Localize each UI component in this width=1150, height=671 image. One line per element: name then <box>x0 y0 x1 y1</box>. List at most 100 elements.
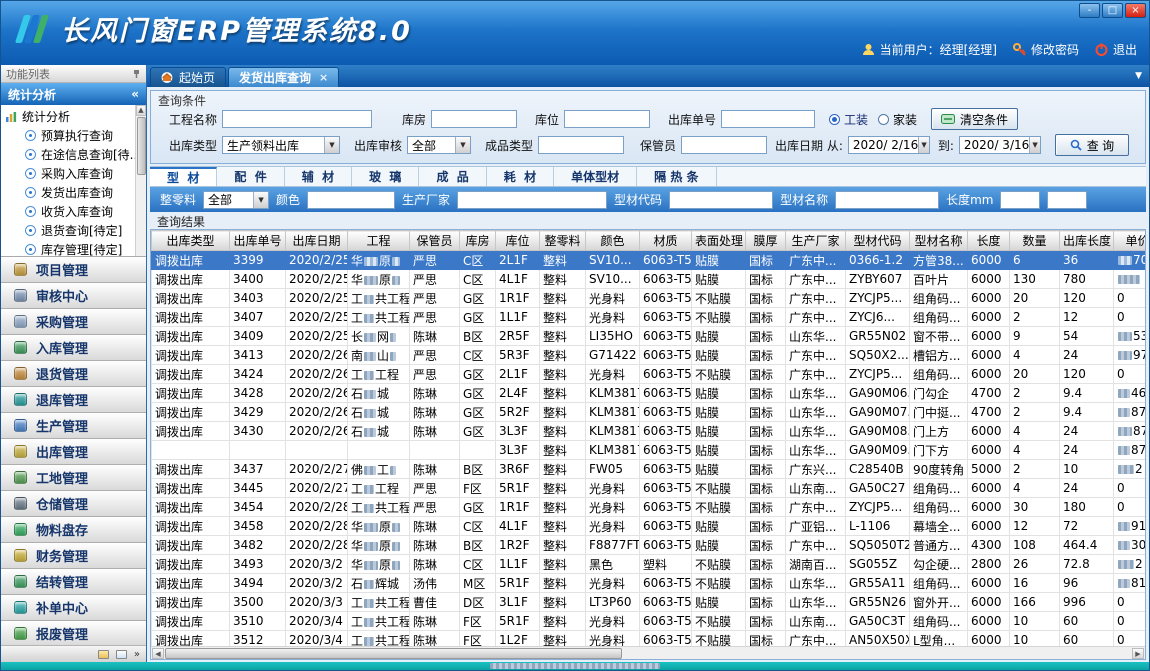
column-header[interactable]: 工程 <box>348 231 410 251</box>
column-header[interactable]: 保管员 <box>410 231 460 251</box>
material-tab[interactable]: 单体型材 <box>554 167 637 186</box>
product-type-input[interactable] <box>538 136 624 154</box>
tree-item[interactable]: 在途信息查询[待... <box>5 145 134 164</box>
table-row[interactable]: 调拨出库34072020/2/25工共工程严思G区1L1F整料光身料6063-T… <box>152 308 1146 327</box>
cell[interactable]: 3R6F <box>496 460 540 479</box>
cell[interactable]: 山东南... <box>786 479 846 498</box>
table-row[interactable]: 调拨出库34452020/2/27工工程严思F区5R1F整料光身料6063-T5… <box>152 479 1146 498</box>
cell[interactable]: 0 <box>1114 593 1146 612</box>
horizontal-scrollbar-thumb[interactable] <box>165 648 622 659</box>
tree-scrollbar-thumb[interactable] <box>137 117 146 175</box>
cell[interactable] <box>230 441 286 460</box>
column-header[interactable]: 出库日期 <box>286 231 348 251</box>
cell[interactable]: 2020/3/3 <box>286 593 348 612</box>
cell[interactable]: 调拨出库 <box>152 574 230 593</box>
color-input[interactable] <box>307 191 395 209</box>
cell[interactable]: 光身料 <box>586 631 640 647</box>
cell[interactable]: 6000 <box>968 593 1010 612</box>
sidebar-group-item[interactable]: 采购管理 <box>1 309 146 335</box>
cell[interactable]: 国标 <box>746 460 786 479</box>
column-header[interactable]: 型材名称 <box>910 231 968 251</box>
cell[interactable]: 调拨出库 <box>152 403 230 422</box>
cell[interactable]: 1R1F <box>496 498 540 517</box>
cell[interactable]: 陈琳 <box>410 403 460 422</box>
cell[interactable]: 华原 <box>348 251 410 270</box>
cell[interactable]: 6063-T5 <box>640 422 692 441</box>
cell[interactable]: 872 <box>1114 403 1146 422</box>
cell[interactable]: 国标 <box>746 251 786 270</box>
outbound-type-select[interactable]: 生产领料出库▼ <box>222 136 340 154</box>
cell[interactable]: 54 <box>1060 327 1114 346</box>
cell[interactable]: 工共工程 <box>348 289 410 308</box>
cell[interactable]: 长网 <box>348 327 410 346</box>
cell[interactable]: 广东中... <box>786 251 846 270</box>
cell[interactable]: 60 <box>1060 612 1114 631</box>
cell[interactable]: 24 <box>1060 346 1114 365</box>
cell[interactable]: 调拨出库 <box>152 270 230 289</box>
cell[interactable]: ZYCJP5... <box>846 365 910 384</box>
cell[interactable]: 广东中... <box>786 308 846 327</box>
cell[interactable]: 972 <box>1114 346 1146 365</box>
cell[interactable]: 严思 <box>410 251 460 270</box>
cell[interactable]: 875 <box>1114 422 1146 441</box>
cell[interactable]: 整料 <box>540 327 586 346</box>
cell[interactable]: 调拨出库 <box>152 517 230 536</box>
cell[interactable]: 整料 <box>540 479 586 498</box>
cell[interactable]: 贴膜 <box>692 346 746 365</box>
cell[interactable]: 广东中... <box>786 631 846 647</box>
cell[interactable]: 佛工 <box>348 460 410 479</box>
whole-scrap-select[interactable]: 全部▼ <box>203 191 269 209</box>
cell[interactable]: 方管38... <box>910 251 968 270</box>
cell[interactable]: ZYBY607 <box>846 270 910 289</box>
table-row[interactable]: 调拨出库34932020/3/2华原陈琳C区1L1F整料黑色塑料不贴膜国标湖南百… <box>152 555 1146 574</box>
cell[interactable]: 4 <box>1010 422 1060 441</box>
cell[interactable]: 3L3F <box>496 422 540 441</box>
cell[interactable]: G区 <box>460 498 496 517</box>
cell[interactable]: 0 <box>1114 308 1146 327</box>
cell[interactable]: 国标 <box>746 289 786 308</box>
cell[interactable]: 6063-T5 <box>640 479 692 498</box>
cell[interactable]: GR55A11 <box>846 574 910 593</box>
tree-scrollbar[interactable]: ▲ <box>135 105 146 256</box>
cell[interactable]: 国标 <box>746 498 786 517</box>
cell[interactable]: 国标 <box>746 612 786 631</box>
cell[interactable]: 不贴膜 <box>692 308 746 327</box>
cell[interactable]: 整料 <box>540 612 586 631</box>
cell[interactable]: 整料 <box>540 308 586 327</box>
cell[interactable]: 贴膜 <box>692 251 746 270</box>
cell[interactable]: 工共工程 <box>348 498 410 517</box>
sidebar-group-statistics-header[interactable]: 统计分析 « <box>1 83 146 105</box>
tab-home[interactable]: 起始页 <box>150 67 226 87</box>
cell[interactable]: 国标 <box>746 270 786 289</box>
audit-select[interactable]: 全部▼ <box>407 136 471 154</box>
cell[interactable]: 4700 <box>968 384 1010 403</box>
cell[interactable]: 不贴膜 <box>692 574 746 593</box>
cell[interactable]: 工共工程 <box>348 593 410 612</box>
tree-root-statistics[interactable]: 统计分析 <box>5 107 134 126</box>
cell[interactable]: 国标 <box>746 517 786 536</box>
cell[interactable]: 石城 <box>348 384 410 403</box>
cell[interactable]: SV10... <box>586 251 640 270</box>
cell[interactable]: 537 <box>1114 327 1146 346</box>
cell[interactable]: 0 <box>1114 365 1146 384</box>
cell[interactable]: 464.4 <box>1060 536 1114 555</box>
cell[interactable]: 严思 <box>410 498 460 517</box>
cell[interactable]: 2020/2/26 <box>286 422 348 441</box>
cell[interactable]: 国标 <box>746 308 786 327</box>
cell[interactable]: 国标 <box>746 593 786 612</box>
cell[interactable]: 3L1F <box>496 593 540 612</box>
cell[interactable]: C区 <box>460 270 496 289</box>
cell[interactable]: 广亚铝... <box>786 517 846 536</box>
cell[interactable]: 9.4 <box>1060 384 1114 403</box>
tree-item[interactable]: 退货查询[待定] <box>5 221 134 240</box>
cell[interactable]: 调拨出库 <box>152 631 230 647</box>
cell[interactable]: 60 <box>1060 631 1114 647</box>
table-row[interactable]: 调拨出库34292020/2/26石城陈琳G区5R2F整料KLM38176063… <box>152 403 1146 422</box>
cell[interactable]: 整料 <box>540 498 586 517</box>
cell[interactable]: F区 <box>460 479 496 498</box>
cell[interactable]: 工工程 <box>348 365 410 384</box>
cell[interactable]: 不贴膜 <box>692 555 746 574</box>
cell[interactable]: 黑色 <box>586 555 640 574</box>
cell[interactable]: FW05 <box>586 460 640 479</box>
cell[interactable]: 2 <box>1010 308 1060 327</box>
